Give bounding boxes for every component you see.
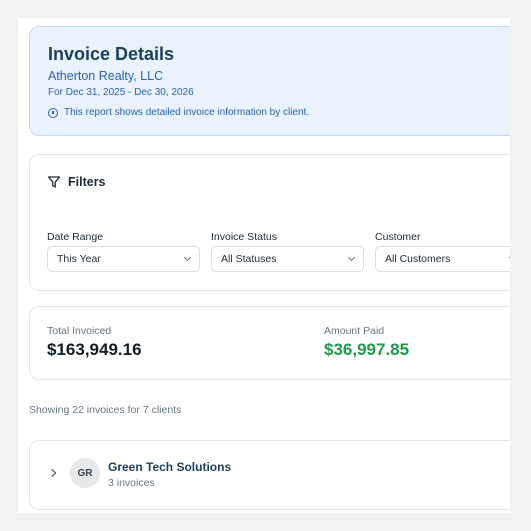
page-title: Invoice Details — [48, 44, 175, 64]
customer-value: All Customers — [385, 253, 451, 265]
filter-icon — [47, 176, 61, 188]
invoice-status-filter: Invoice Status All Statuses — [211, 231, 364, 272]
report-info: This report shows detailed invoice infor… — [48, 107, 309, 118]
amount-paid-value: $36,997.85 — [324, 340, 410, 359]
chevron-down-icon — [183, 253, 192, 262]
avatar: GR — [70, 458, 100, 488]
info-text: This report shows detailed invoice infor… — [64, 107, 310, 118]
client-group[interactable]: GR Green Tech Solutions 3 invoices — [29, 440, 510, 510]
totals-summary: Total Invoiced $163,949.16 Amount Paid $… — [29, 306, 510, 380]
chevron-down-icon — [508, 253, 510, 262]
total-invoiced-value: $163,949.16 — [47, 340, 142, 359]
report-header: Invoice Details Atherton Realty, LLC For… — [29, 26, 510, 136]
customer-filter: Customer All Customers — [375, 231, 510, 272]
report-page: Invoice Details Atherton Realty, LLC For… — [18, 18, 510, 513]
results-summary: Showing 22 invoices for 7 clients — [29, 404, 182, 416]
customer-select[interactable]: All Customers — [375, 246, 510, 272]
invoice-status-select[interactable]: All Statuses — [211, 246, 364, 272]
report-period: For Dec 31, 2025 - Dec 30, 2026 — [48, 87, 194, 98]
invoice-status-label: Invoice Status — [211, 231, 277, 243]
amount-paid-label: Amount Paid — [324, 325, 385, 337]
filters-panel: Filters Date Range This Year Invoice Sta… — [29, 154, 510, 291]
filters-title: Filters — [68, 175, 106, 189]
filters-heading: Filters — [47, 175, 106, 189]
info-icon — [48, 107, 58, 118]
client-name[interactable]: Green Tech Solutions — [108, 460, 231, 474]
date-range-value: This Year — [57, 253, 101, 265]
customer-label: Customer — [375, 231, 421, 243]
date-range-label: Date Range — [47, 231, 104, 243]
invoice-status-value: All Statuses — [221, 253, 277, 265]
chevron-down-icon — [347, 253, 356, 262]
total-invoiced-label: Total Invoiced — [47, 325, 112, 337]
date-range-select[interactable]: This Year — [47, 246, 200, 272]
company-name: Atherton Realty, LLC — [48, 69, 164, 83]
date-range-filter: Date Range This Year — [47, 231, 200, 272]
client-invoice-count: 3 invoices — [108, 477, 155, 489]
chevron-right-icon[interactable] — [47, 468, 57, 478]
